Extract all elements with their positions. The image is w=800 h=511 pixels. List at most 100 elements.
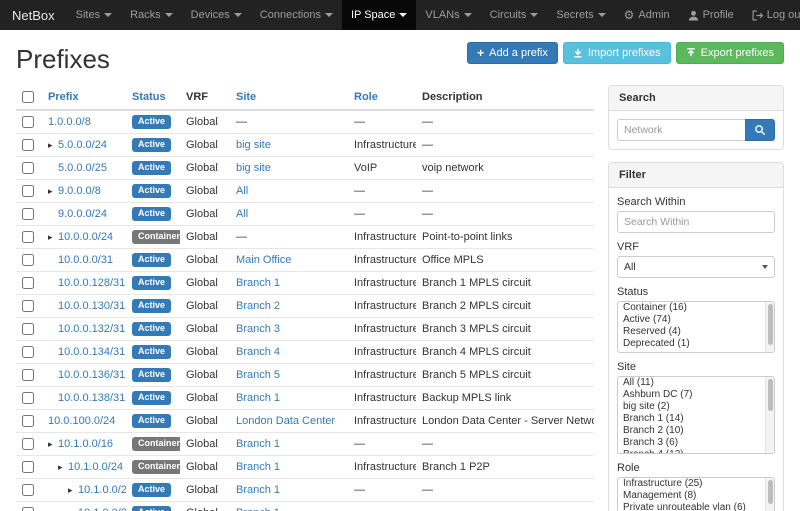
- expand-caret-icon[interactable]: ▸: [48, 439, 58, 450]
- expand-caret-icon[interactable]: ▸: [48, 232, 58, 243]
- row-checkbox[interactable]: [22, 369, 34, 381]
- row-checkbox[interactable]: [22, 185, 34, 197]
- site-link[interactable]: Branch 1: [236, 438, 280, 450]
- nav-admin[interactable]: ⚙Admin: [615, 0, 679, 30]
- column-header-status[interactable]: Status: [126, 85, 180, 110]
- export-prefixes-button[interactable]: Export prefixes: [676, 42, 784, 64]
- expand-caret-icon[interactable]: ▸: [48, 140, 58, 151]
- prefix-link[interactable]: 10.1.0.0/16: [58, 438, 113, 450]
- prefix-link[interactable]: 9.0.0.0/24: [58, 208, 107, 220]
- prefix-link[interactable]: 10.1.0.0/25: [78, 484, 126, 496]
- row-checkbox[interactable]: [22, 162, 34, 174]
- listbox-option[interactable]: Reserved (4): [618, 326, 774, 338]
- row-checkbox[interactable]: [22, 461, 34, 473]
- site-link[interactable]: big site: [236, 139, 271, 151]
- listbox-option[interactable]: Ashburn DC (7): [618, 389, 774, 401]
- column-header-role[interactable]: Role: [348, 85, 416, 110]
- listbox-option[interactable]: All (11): [618, 377, 774, 389]
- site-link[interactable]: Branch 4: [236, 346, 280, 358]
- nav-item-ip-space[interactable]: IP Space: [342, 0, 416, 30]
- row-checkbox[interactable]: [22, 231, 34, 243]
- vrf-select[interactable]: All: [617, 256, 775, 278]
- select-all-checkbox[interactable]: [22, 91, 34, 103]
- nav-profile[interactable]: Profile: [679, 0, 743, 30]
- row-checkbox[interactable]: [22, 415, 34, 427]
- row-checkbox[interactable]: [22, 208, 34, 220]
- row-checkbox[interactable]: [22, 438, 34, 450]
- row-checkbox[interactable]: [22, 139, 34, 151]
- site-link[interactable]: London Data Center: [236, 415, 335, 427]
- import-prefixes-button[interactable]: Import prefixes: [563, 42, 671, 64]
- site-link[interactable]: All: [236, 208, 248, 220]
- prefix-link[interactable]: 9.0.0.0/8: [58, 185, 101, 197]
- listbox-option[interactable]: Private unrouteable vlan (6): [618, 502, 774, 511]
- row-checkbox[interactable]: [22, 300, 34, 312]
- nav-item-sites[interactable]: Sites: [67, 0, 121, 30]
- brand[interactable]: NetBox: [12, 0, 67, 30]
- nav-item-racks[interactable]: Racks: [121, 0, 182, 30]
- site-link[interactable]: Main Office: [236, 254, 291, 266]
- row-checkbox[interactable]: [22, 254, 34, 266]
- expand-caret-icon[interactable]: ▸: [48, 186, 58, 197]
- site-link[interactable]: Branch 5: [236, 369, 280, 381]
- prefix-link[interactable]: 10.0.0.0/31: [58, 254, 113, 266]
- prefix-link[interactable]: 10.0.0.130/31: [58, 300, 125, 312]
- site-listbox[interactable]: All (11)Ashburn DC (7)big site (2)Branch…: [617, 376, 775, 454]
- prefix-link[interactable]: 10.1.0.0/26: [78, 507, 126, 511]
- row-checkbox[interactable]: [22, 277, 34, 289]
- listbox-option[interactable]: Branch 1 (14): [618, 413, 774, 425]
- listbox-option[interactable]: Infrastructure (25): [618, 478, 774, 490]
- row-checkbox[interactable]: [22, 392, 34, 404]
- scrollbar[interactable]: [765, 478, 774, 511]
- prefix-link[interactable]: 1.0.0.0/8: [48, 116, 91, 128]
- nav-logout[interactable]: Log out: [743, 0, 800, 30]
- site-link[interactable]: Branch 1: [236, 461, 280, 473]
- search-within-input[interactable]: [617, 211, 775, 233]
- add-prefix-button[interactable]: +Add a prefix: [467, 42, 558, 64]
- listbox-option[interactable]: Deprecated (1): [618, 338, 774, 350]
- prefix-link[interactable]: 5.0.0.0/25: [58, 162, 107, 174]
- row-checkbox[interactable]: [22, 507, 34, 511]
- column-header-site[interactable]: Site: [230, 85, 348, 110]
- listbox-option[interactable]: big site (2): [618, 401, 774, 413]
- row-checkbox[interactable]: [22, 346, 34, 358]
- listbox-option[interactable]: Container (16): [618, 302, 774, 314]
- status-listbox[interactable]: Container (16)Active (74)Reserved (4)Dep…: [617, 301, 775, 353]
- prefix-link[interactable]: 5.0.0.0/24: [58, 139, 107, 151]
- role-listbox[interactable]: Infrastructure (25)Management (8)Private…: [617, 477, 775, 511]
- prefix-link[interactable]: 10.0.0.134/31: [58, 346, 125, 358]
- site-link[interactable]: All: [236, 185, 248, 197]
- prefix-link[interactable]: 10.0.0.128/31: [58, 277, 125, 289]
- site-link[interactable]: big site: [236, 162, 271, 174]
- listbox-option[interactable]: Branch 2 (10): [618, 425, 774, 437]
- nav-item-vlans[interactable]: VLANs: [416, 0, 480, 30]
- site-link[interactable]: Branch 1: [236, 277, 280, 289]
- prefix-link[interactable]: 10.0.100.0/24: [48, 415, 115, 427]
- row-checkbox[interactable]: [22, 116, 34, 128]
- nav-item-connections[interactable]: Connections: [251, 0, 342, 30]
- nav-item-circuits[interactable]: Circuits: [481, 0, 548, 30]
- scrollbar[interactable]: [765, 377, 774, 453]
- nav-item-secrets[interactable]: Secrets: [547, 0, 614, 30]
- prefix-link[interactable]: 10.0.0.0/24: [58, 231, 113, 243]
- site-link[interactable]: Branch 3: [236, 323, 280, 335]
- site-link[interactable]: Branch 2: [236, 300, 280, 312]
- site-link[interactable]: Branch 1: [236, 484, 280, 496]
- search-button[interactable]: [745, 119, 775, 141]
- listbox-option[interactable]: Branch 4 (12): [618, 449, 774, 454]
- column-header-prefix[interactable]: Prefix: [42, 85, 126, 110]
- row-checkbox[interactable]: [22, 323, 34, 335]
- expand-caret-icon[interactable]: ▸: [68, 485, 78, 496]
- expand-caret-icon[interactable]: ▸: [58, 462, 68, 473]
- site-link[interactable]: Branch 1: [236, 507, 280, 511]
- prefix-link[interactable]: 10.0.0.132/31: [58, 323, 125, 335]
- prefix-link[interactable]: 10.0.0.136/31: [58, 369, 125, 381]
- listbox-option[interactable]: Branch 3 (6): [618, 437, 774, 449]
- scrollbar[interactable]: [765, 302, 774, 352]
- site-link[interactable]: Branch 1: [236, 392, 280, 404]
- search-input[interactable]: [617, 119, 745, 141]
- row-checkbox[interactable]: [22, 484, 34, 496]
- nav-item-devices[interactable]: Devices: [182, 0, 251, 30]
- listbox-option[interactable]: Active (74): [618, 314, 774, 326]
- prefix-link[interactable]: 10.1.0.0/24: [68, 461, 123, 473]
